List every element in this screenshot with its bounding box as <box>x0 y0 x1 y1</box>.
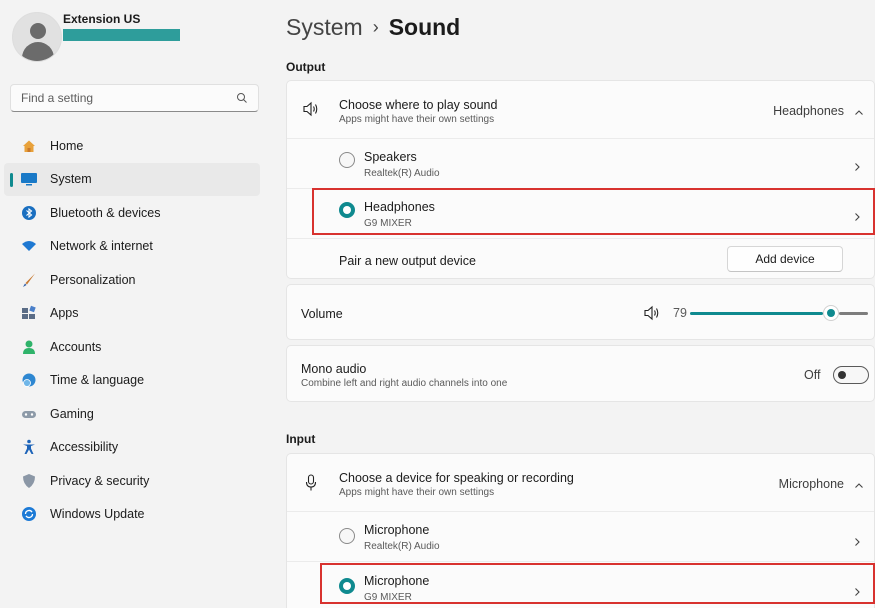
volume-slider-thumb[interactable] <box>823 305 839 321</box>
nav-label: Home <box>50 138 84 153</box>
mono-audio-card: Mono audio Combine left and right audio … <box>286 345 875 402</box>
speaker-icon <box>302 101 320 122</box>
nav-item-personalization[interactable]: Personalization <box>4 263 260 297</box>
nav-item-accessibility[interactable]: Accessibility <box>4 431 260 465</box>
home-icon <box>20 137 38 155</box>
input-section-label: Input <box>286 432 316 446</box>
breadcrumb-separator: › <box>372 17 379 37</box>
nav-item-home[interactable]: Home <box>4 129 260 163</box>
volume-slider-fill <box>690 312 823 315</box>
mono-audio-toggle[interactable] <box>833 366 869 384</box>
user-profile[interactable] <box>12 12 62 62</box>
output-device-row[interactable]: Speakers Realtek(R) Audio <box>287 138 874 188</box>
nav-list: Home System Bluetooth & devices Network … <box>4 129 260 531</box>
volume-speaker-icon[interactable] <box>643 305 661 326</box>
nav-label: Network & internet <box>50 239 153 254</box>
output-card: Choose where to play sound Apps might ha… <box>286 80 875 279</box>
brush-icon <box>20 271 38 289</box>
nav-item-network[interactable]: Network & internet <box>4 230 260 264</box>
highlight-box-headphones <box>312 188 875 235</box>
volume-slider-track <box>839 312 868 315</box>
output-device-name: Speakers <box>364 150 417 164</box>
output-device-radio[interactable] <box>339 152 355 168</box>
nav-item-accounts[interactable]: Accounts <box>4 330 260 364</box>
active-indicator <box>10 172 13 187</box>
choose-input-subtitle: Apps might have their own settings <box>339 487 495 498</box>
apps-icon <box>20 304 38 322</box>
nav-label: Windows Update <box>50 507 145 522</box>
breadcrumb-current: Sound <box>388 14 461 40</box>
highlight-box-microphone <box>320 563 875 604</box>
page-title: System › Sound <box>286 14 460 41</box>
volume-card: Volume 79 <box>286 284 875 340</box>
mono-audio-subtitle: Combine left and right audio channels in… <box>301 378 508 389</box>
bluetooth-icon <box>20 204 38 222</box>
volume-slider[interactable] <box>690 305 868 321</box>
mono-audio-title: Mono audio <box>301 362 367 376</box>
nav-item-time-language[interactable]: Time & language <box>4 364 260 398</box>
chevron-up-icon[interactable] <box>854 478 864 488</box>
nav-label: Time & language <box>50 373 145 388</box>
input-current-value: Microphone <box>778 477 844 491</box>
microphone-icon <box>305 474 317 497</box>
chevron-right-icon[interactable] <box>852 534 862 546</box>
output-current-value: Headphones <box>773 104 844 118</box>
user-name: Extension US <box>63 12 141 26</box>
pair-output-row: Pair a new output device Add device <box>287 238 874 280</box>
update-icon <box>20 505 38 523</box>
gamepad-icon <box>20 405 38 423</box>
nav-item-bluetooth[interactable]: Bluetooth & devices <box>4 196 260 230</box>
sidebar: Extension US Home System Bluetooth & dev… <box>0 0 270 608</box>
accessibility-icon <box>20 438 38 456</box>
nav-label: Accessibility <box>50 440 119 455</box>
main-content: System › Sound Output Choose where to play… <box>270 0 875 608</box>
pair-output-label: Pair a new output device <box>339 254 476 268</box>
input-device-detail: Realtek(R) Audio <box>364 541 440 552</box>
search-box[interactable] <box>10 84 259 112</box>
choose-output-subtitle: Apps might have their own settings <box>339 114 495 125</box>
nav-label: System <box>50 172 92 187</box>
choose-input-title: Choose a device for speaking or recordin… <box>339 471 574 485</box>
nav-label: Personalization <box>50 272 136 287</box>
person-icon <box>20 338 38 356</box>
nav-item-gaming[interactable]: Gaming <box>4 397 260 431</box>
nav-item-windows-update[interactable]: Windows Update <box>4 498 260 532</box>
nav-label: Privacy & security <box>50 473 150 488</box>
nav-label: Accounts <box>50 339 102 354</box>
nav-item-system[interactable]: System <box>4 162 260 196</box>
avatar-body <box>22 42 54 61</box>
breadcrumb-parent[interactable]: System <box>286 14 363 40</box>
avatar[interactable] <box>12 12 62 62</box>
output-section-label: Output <box>286 60 326 74</box>
volume-label: Volume <box>301 307 343 321</box>
wifi-icon <box>20 237 38 255</box>
input-device-name: Microphone <box>364 523 430 537</box>
add-device-button[interactable]: Add device <box>727 246 843 272</box>
chevron-up-icon[interactable] <box>854 105 864 115</box>
nav-label: Apps <box>50 306 79 321</box>
nav-item-apps[interactable]: Apps <box>4 297 260 331</box>
choose-input-row[interactable]: Choose a device for speaking or recordin… <box>287 454 874 511</box>
avatar-head <box>30 23 46 39</box>
shield-icon <box>20 472 38 490</box>
redacted-email-bar <box>63 29 180 41</box>
choose-output-row[interactable]: Choose where to play sound Apps might ha… <box>287 81 874 138</box>
nav-label: Bluetooth & devices <box>50 205 161 220</box>
globe-clock-icon <box>20 371 38 389</box>
nav-label: Gaming <box>50 406 94 421</box>
choose-output-title: Choose where to play sound <box>339 98 498 112</box>
input-device-radio[interactable] <box>339 528 355 544</box>
chevron-right-icon[interactable] <box>852 159 862 171</box>
search-input[interactable] <box>21 91 236 105</box>
output-device-detail: Realtek(R) Audio <box>364 168 440 179</box>
input-device-row[interactable]: Microphone Realtek(R) Audio <box>287 511 874 561</box>
nav-item-privacy-security[interactable]: Privacy & security <box>4 464 260 498</box>
system-icon <box>20 170 38 188</box>
mono-audio-state: Off <box>804 368 821 382</box>
volume-value: 79 <box>673 306 687 320</box>
search-icon[interactable] <box>236 92 248 104</box>
